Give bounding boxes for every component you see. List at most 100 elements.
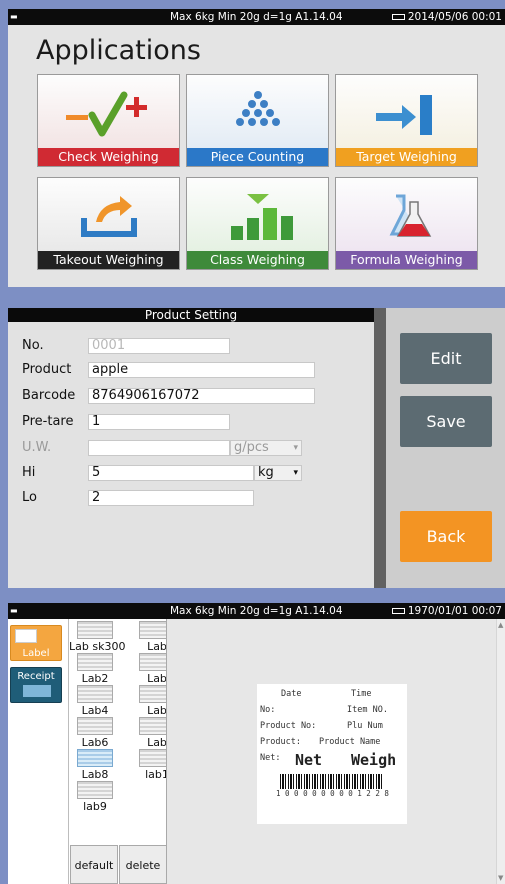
preview-product-no: Product No: (260, 721, 317, 731)
tile-label: Class Weighing (187, 251, 328, 269)
label-tab[interactable]: Label (10, 625, 62, 661)
uw-unit-select[interactable]: g/pcs ▾ (230, 440, 302, 456)
envelope-icon (23, 685, 51, 697)
field-label: Barcode (22, 388, 76, 403)
document-icon (77, 749, 113, 767)
label-file-list: Lab sk300 Lab Lab2 Lab Lab4 Lab Lab6 Lab… (69, 619, 167, 884)
applications-panel: Applications Check Weighing Piece Counti… (8, 25, 505, 287)
field-label: No. (22, 338, 44, 353)
document-icon (77, 621, 113, 639)
list-item[interactable]: lab9 (69, 781, 121, 815)
list-item[interactable]: Lab (131, 685, 166, 719)
preview-date: Date (281, 689, 302, 699)
piece-counting-icon (187, 75, 328, 150)
battery-icon (391, 608, 405, 614)
target-weighing-tile[interactable]: Target Weighing (335, 74, 478, 167)
field-label: U.W. (22, 440, 52, 455)
folder-icon (15, 629, 37, 643)
uw-field[interactable] (88, 440, 230, 456)
preview-weigh-value: Weigh (351, 751, 397, 769)
document-icon (139, 749, 166, 767)
field-row-pretare: Pre-tare 1 (8, 413, 374, 431)
scale-spec-text: Max 6kg Min 20g d=1g A1.14.04 (170, 605, 343, 617)
field-row-uw: U.W. g/pcs ▾ (8, 439, 374, 457)
signal-icon: ▬ (10, 606, 18, 615)
preview-net-value: Net (295, 751, 323, 769)
scroll-down-icon[interactable]: ▼ (498, 874, 503, 882)
label-preview: Date Time No: Item NO. Product No: Plu N… (257, 684, 407, 824)
document-icon (77, 781, 113, 799)
chevron-down-icon: ▾ (293, 468, 298, 478)
lo-field[interactable]: 2 (88, 490, 254, 506)
tile-label: Target Weighing (336, 148, 477, 166)
receipt-tab-text: Receipt (17, 671, 55, 682)
scrollbar[interactable]: ▲ ▼ (496, 619, 505, 884)
scroll-up-icon[interactable]: ▲ (498, 621, 503, 629)
product-setting-panel: Product Setting No. 0001 Product apple B… (8, 308, 505, 588)
panel-title: Product Setting (8, 308, 374, 322)
list-item[interactable]: lab1 (131, 749, 166, 783)
preview-plu-num: Plu Num (347, 721, 383, 731)
pretare-field[interactable]: 1 (88, 414, 230, 430)
field-label: Pre-tare (22, 414, 74, 429)
datetime-text: 1970/01/01 00:07 (407, 605, 502, 617)
preview-time: Time (351, 689, 372, 699)
check-weighing-tile[interactable]: Check Weighing (37, 74, 180, 167)
preview-no: No: (260, 705, 276, 715)
field-label: Product (22, 362, 72, 377)
class-weighing-icon (187, 178, 328, 253)
target-weighing-icon (336, 75, 477, 150)
delete-button[interactable]: delete (119, 845, 166, 884)
hi-unit-select[interactable]: kg ▾ (254, 465, 302, 481)
label-tab-text: Label (22, 648, 50, 659)
document-icon (139, 621, 166, 639)
signal-icon: ▬ (10, 12, 18, 21)
status-bar: ▬ Max 6kg Min 20g d=1g A1.14.04 1970/01/… (8, 603, 505, 619)
formula-weighing-icon (336, 178, 477, 253)
list-item[interactable]: Lab (131, 621, 166, 655)
field-row-hi: Hi 5 kg ▾ (8, 464, 374, 482)
no-field[interactable]: 0001 (88, 338, 230, 354)
category-column: Label Receipt (8, 619, 69, 884)
preview-product: Product: (260, 737, 301, 747)
formula-weighing-tile[interactable]: Formula Weighing (335, 177, 478, 270)
list-item[interactable]: Lab (131, 717, 166, 751)
field-label: Lo (22, 490, 37, 505)
edit-button[interactable]: Edit (400, 333, 492, 384)
preview-net-label: Net: (260, 753, 281, 763)
document-icon (139, 717, 166, 735)
tile-label: Check Weighing (38, 148, 179, 166)
takeout-weighing-tile[interactable]: Takeout Weighing (37, 177, 180, 270)
save-button[interactable]: Save (400, 396, 492, 447)
document-icon (139, 685, 166, 703)
back-button[interactable]: Back (400, 511, 492, 562)
receipt-tab[interactable]: Receipt (10, 667, 62, 703)
piece-counting-tile[interactable]: Piece Counting (186, 74, 329, 167)
list-item[interactable]: Lab sk300 (69, 621, 125, 655)
list-item[interactable]: Lab4 (69, 685, 121, 719)
status-bar: ▬ Max 6kg Min 20g d=1g A1.14.04 2014/05/… (8, 9, 505, 25)
field-row-no: No. 0001 (8, 337, 374, 355)
document-icon (77, 653, 113, 671)
list-item-selected[interactable]: Lab8 (69, 749, 121, 783)
status-datetime: 1970/01/01 00:07 (391, 603, 502, 619)
list-item[interactable]: Lab2 (69, 653, 121, 687)
panel-divider (374, 308, 386, 588)
barcode-graphic (280, 774, 384, 789)
field-row-barcode: Barcode 8764906167072 (8, 387, 374, 405)
preview-product-name: Product Name (319, 737, 381, 747)
uw-unit-value: g/pcs (234, 440, 269, 455)
field-row-product: Product apple (8, 361, 374, 379)
chevron-down-icon: ▾ (293, 443, 298, 453)
document-icon (77, 685, 113, 703)
page-title: Applications (36, 35, 201, 66)
list-item[interactable]: Lab6 (69, 717, 121, 751)
default-button[interactable]: default (70, 845, 118, 884)
list-item[interactable]: Lab (131, 653, 166, 687)
hi-field[interactable]: 5 (88, 465, 254, 481)
preview-item-no: Item NO. (347, 705, 388, 715)
document-icon (77, 717, 113, 735)
class-weighing-tile[interactable]: Class Weighing (186, 177, 329, 270)
product-field[interactable]: apple (88, 362, 315, 378)
barcode-field[interactable]: 8764906167072 (88, 388, 315, 404)
